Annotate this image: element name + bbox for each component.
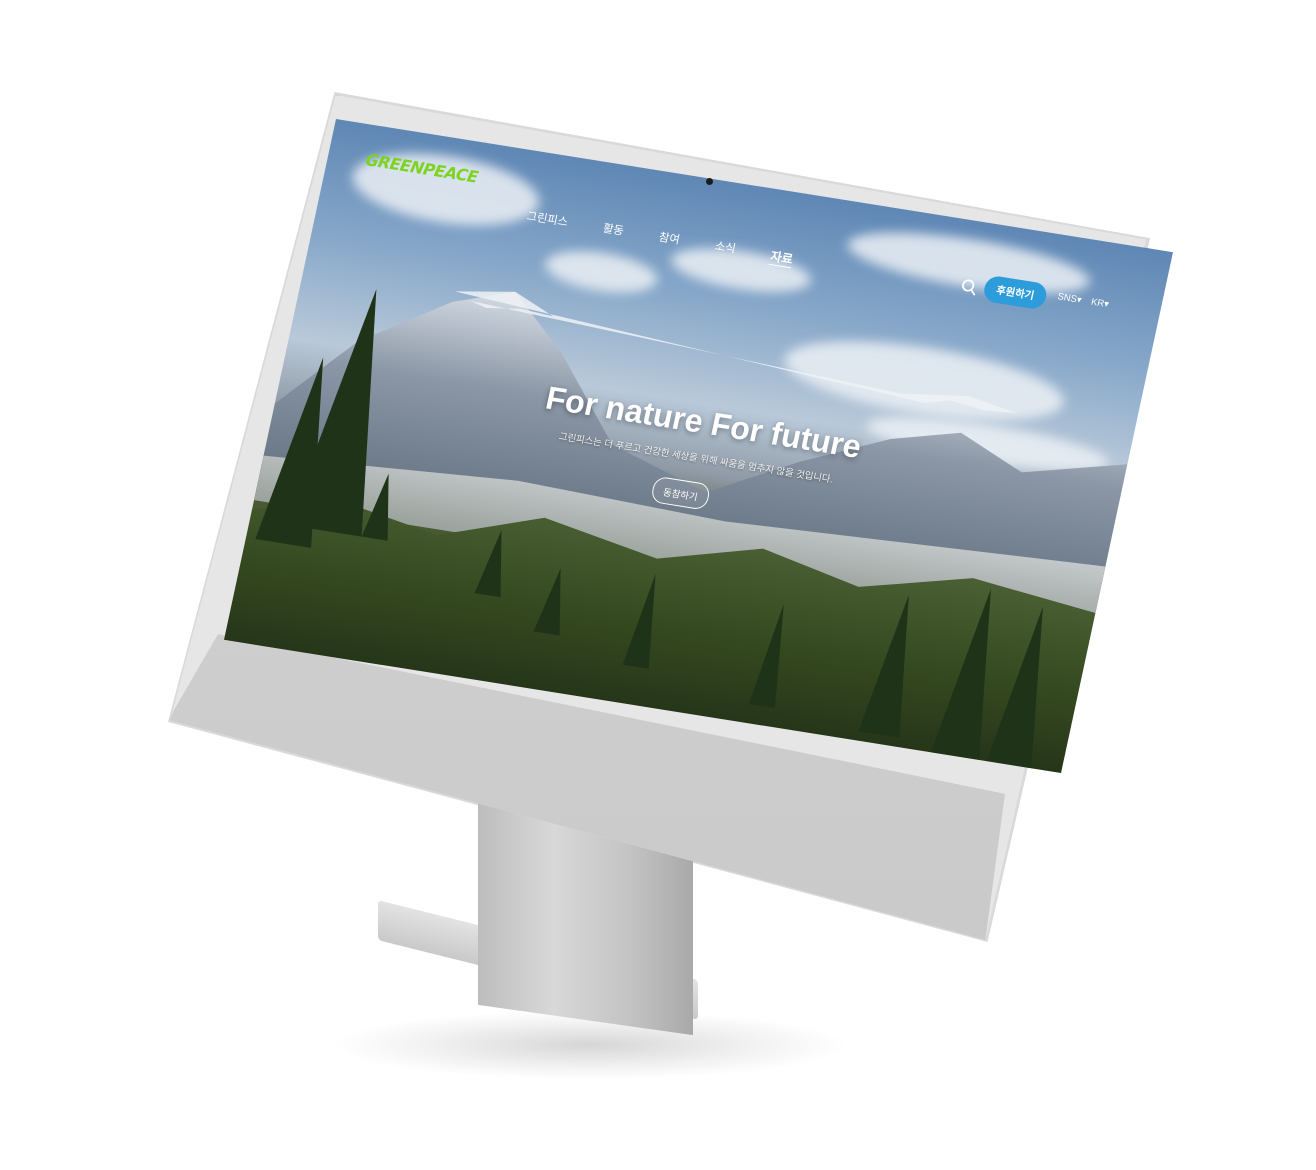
nav-item-activities[interactable]: 활동: [601, 220, 625, 241]
nav-item-participate[interactable]: 참여: [657, 228, 681, 249]
sns-dropdown[interactable]: SNS▾: [1057, 292, 1083, 306]
nav-item-greenpeace[interactable]: 그린피스: [525, 207, 570, 231]
imac-mockup: GREENPEACE 그린피스 활동 참여 소식 자료 후원하기 SNS▾ KR…: [0, 0, 1316, 1170]
search-icon: [962, 279, 976, 296]
camera-dot: [706, 178, 713, 185]
language-dropdown[interactable]: KR▾: [1090, 297, 1110, 310]
search-button[interactable]: [958, 276, 983, 300]
cloud: [541, 244, 662, 300]
nav-item-resources[interactable]: 자료: [769, 246, 795, 267]
nav-item-news[interactable]: 소식: [713, 237, 737, 258]
